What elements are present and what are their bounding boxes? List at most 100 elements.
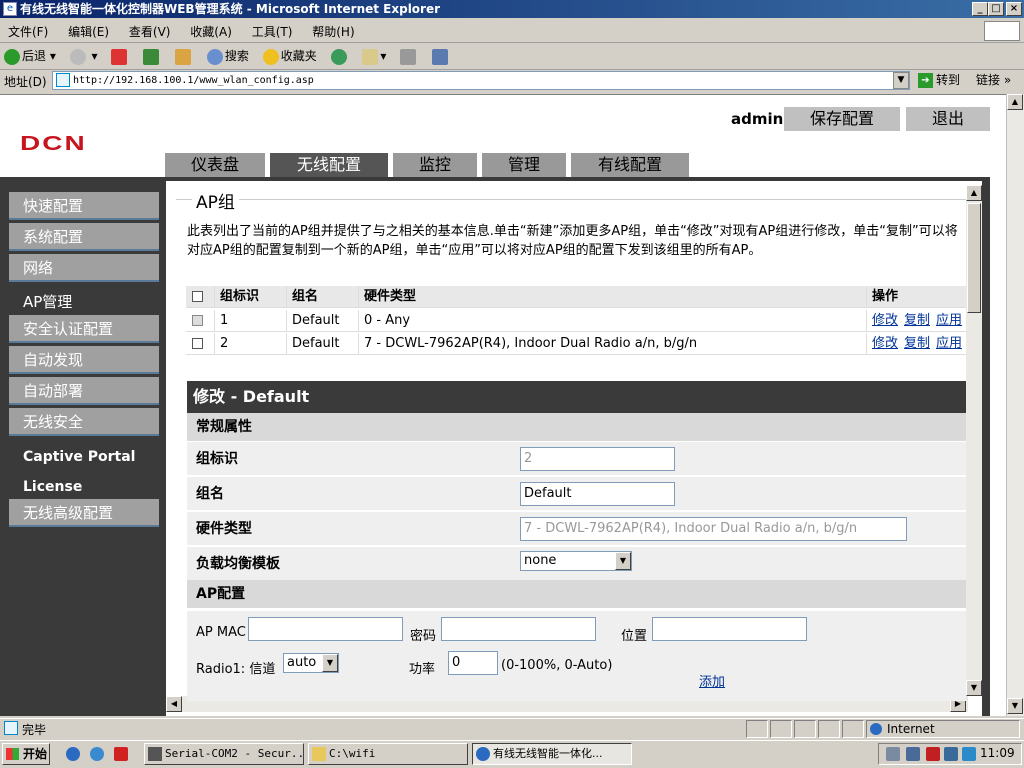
menu-view[interactable]: 查看(V) xyxy=(121,19,179,40)
task-serial-com2[interactable]: Serial-COM2 - Secur... xyxy=(144,743,304,765)
group-name-row: 组名 Default xyxy=(187,477,966,511)
task-wifi-folder[interactable]: C:\wifi xyxy=(308,743,468,765)
copy-link[interactable]: 复制 xyxy=(904,313,930,328)
sidebar-item-auto-discovery[interactable]: 自动发现 xyxy=(9,346,159,374)
security-zone: Internet xyxy=(866,720,1020,738)
page-scrollbar[interactable]: ▲ ▼ xyxy=(1006,94,1024,716)
col-group-id: 组标识 xyxy=(214,286,286,308)
links-button[interactable]: 链接 » xyxy=(976,71,1011,90)
windows-logo-icon xyxy=(984,21,1020,41)
content-scrollbar[interactable]: ▲ ▼ xyxy=(966,185,982,696)
outlook-quicklaunch-icon[interactable] xyxy=(90,747,104,761)
address-dropdown-button[interactable]: ▼ xyxy=(893,72,909,89)
sidebar-item-ap-management[interactable]: AP管理 xyxy=(9,288,159,316)
save-config-button[interactable]: 保存配置 xyxy=(784,107,900,131)
speaker-icon[interactable] xyxy=(886,747,900,761)
maximize-button[interactable]: □ xyxy=(988,2,1004,16)
page-description: 此表列出了当前的AP组并提供了与之相关的基本信息.单击“新建”添加更多AP组，单… xyxy=(187,224,958,258)
tab-monitor[interactable]: 监控 xyxy=(393,153,477,177)
menu-edit[interactable]: 编辑(E) xyxy=(60,19,117,40)
home-button[interactable] xyxy=(175,47,193,65)
section-rule xyxy=(176,199,966,200)
content-scroll-thumb[interactable] xyxy=(967,203,981,313)
tab-dashboard[interactable]: 仪表盘 xyxy=(165,153,265,177)
scroll-up-button[interactable]: ▲ xyxy=(1007,94,1023,110)
status-pane xyxy=(746,720,768,738)
app-quicklaunch-icon[interactable] xyxy=(114,747,128,761)
edit-icon xyxy=(432,48,449,65)
content-scroll-down-button[interactable]: ▼ xyxy=(966,680,982,696)
toolbar: 后退 ▾ ▾ 搜索 收藏夹 ▾ xyxy=(0,44,1024,70)
sidebar-item-quick-config[interactable]: 快速配置 xyxy=(9,192,159,220)
content-scroll-left-button[interactable]: ◀ xyxy=(166,696,182,712)
print-button[interactable] xyxy=(400,47,418,65)
add-link[interactable]: 添加 xyxy=(699,671,725,690)
tray-app-icon[interactable] xyxy=(926,747,940,761)
task-ie-window[interactable]: 有线无线智能一体化... xyxy=(472,743,632,765)
content-scroll-up-button[interactable]: ▲ xyxy=(966,185,982,201)
mail-button[interactable]: ▾ xyxy=(362,47,386,65)
sidebar-item-license[interactable]: License xyxy=(9,473,159,497)
network-icon[interactable] xyxy=(906,747,920,761)
modify-link[interactable]: 修改 xyxy=(872,336,898,351)
refresh-button[interactable] xyxy=(143,47,161,65)
display-icon[interactable] xyxy=(944,747,958,761)
general-section-header: 常规属性 xyxy=(187,413,966,441)
sidebar-item-advanced-wireless[interactable]: 无线高级配置 xyxy=(9,499,159,527)
page-title: AP组 xyxy=(192,188,239,213)
menu-tools[interactable]: 工具(T) xyxy=(244,19,301,40)
group-id-input[interactable]: 2 xyxy=(520,447,675,471)
apply-link[interactable]: 应用 xyxy=(936,336,962,351)
status-pane xyxy=(770,720,792,738)
power-hint: (0-100%, 0-Auto) xyxy=(501,658,613,673)
radio1-channel-select[interactable]: auto ▼ xyxy=(283,653,339,673)
tab-management[interactable]: 管理 xyxy=(482,153,566,177)
close-button[interactable]: × xyxy=(1006,2,1022,16)
copy-link[interactable]: 复制 xyxy=(904,336,930,351)
menu-help[interactable]: 帮助(H) xyxy=(304,19,362,40)
menu-favorites[interactable]: 收藏(A) xyxy=(182,19,240,40)
forward-button[interactable]: ▾ xyxy=(69,47,98,65)
hw-type-row: 硬件类型 7 - DCWL-7962AP(R4), Indoor Dual Ra… xyxy=(187,512,966,546)
sidebar-item-captive-portal[interactable]: Captive Portal xyxy=(9,443,159,471)
go-button[interactable]: 转到 xyxy=(916,71,970,90)
tab-wireless-config[interactable]: 无线配置 xyxy=(270,153,388,177)
load-balance-select[interactable]: none ▼ xyxy=(520,551,632,571)
stop-button[interactable] xyxy=(111,47,129,65)
power-input[interactable]: 0 xyxy=(448,651,498,675)
sidebar-item-system-config[interactable]: 系统配置 xyxy=(9,223,159,251)
input-method-icon[interactable] xyxy=(962,747,976,761)
location-input[interactable] xyxy=(652,617,807,641)
table-header: 组标识 组名 硬件类型 操作 xyxy=(186,286,966,308)
status-pane xyxy=(818,720,840,738)
favorites-button[interactable]: 收藏夹 xyxy=(262,47,317,65)
history-button[interactable] xyxy=(330,47,349,65)
sidebar-item-network[interactable]: 网络 xyxy=(9,254,159,282)
row-checkbox[interactable] xyxy=(192,338,203,349)
ap-mac-input[interactable] xyxy=(248,617,403,641)
status-pane xyxy=(842,720,864,738)
group-name-input[interactable]: Default xyxy=(520,482,675,506)
sidebar-item-security-auth[interactable]: 安全认证配置 xyxy=(9,315,159,343)
edit-page-button[interactable] xyxy=(432,47,450,65)
logout-button[interactable]: 退出 xyxy=(906,107,990,131)
hw-type-input[interactable]: 7 - DCWL-7962AP(R4), Indoor Dual Radio a… xyxy=(520,517,907,541)
select-all-checkbox[interactable] xyxy=(192,291,203,302)
sidebar-item-wireless-security[interactable]: 无线安全 xyxy=(9,408,159,436)
minimize-button[interactable]: _ xyxy=(972,2,988,16)
sidebar-item-auto-deploy[interactable]: 自动部署 xyxy=(9,377,159,405)
menu-file[interactable]: 文件(F) xyxy=(0,19,56,40)
password-input[interactable] xyxy=(441,617,596,641)
windows-flag-icon xyxy=(6,748,19,760)
tab-wired-config[interactable]: 有线配置 xyxy=(571,153,689,177)
modify-link[interactable]: 修改 xyxy=(872,313,898,328)
ie-quicklaunch-icon[interactable] xyxy=(66,747,80,761)
apply-link[interactable]: 应用 xyxy=(936,313,962,328)
scroll-down-button[interactable]: ▼ xyxy=(1007,698,1023,714)
hw-type-label: 硬件类型 xyxy=(196,521,252,537)
search-button[interactable]: 搜索 xyxy=(206,47,249,65)
cell-group-name: Default xyxy=(286,310,358,332)
row-checkbox[interactable] xyxy=(192,315,203,326)
back-button[interactable]: 后退 ▾ xyxy=(4,47,56,65)
address-input[interactable]: http://192.168.100.1/www_wlan_config.asp xyxy=(52,71,910,90)
